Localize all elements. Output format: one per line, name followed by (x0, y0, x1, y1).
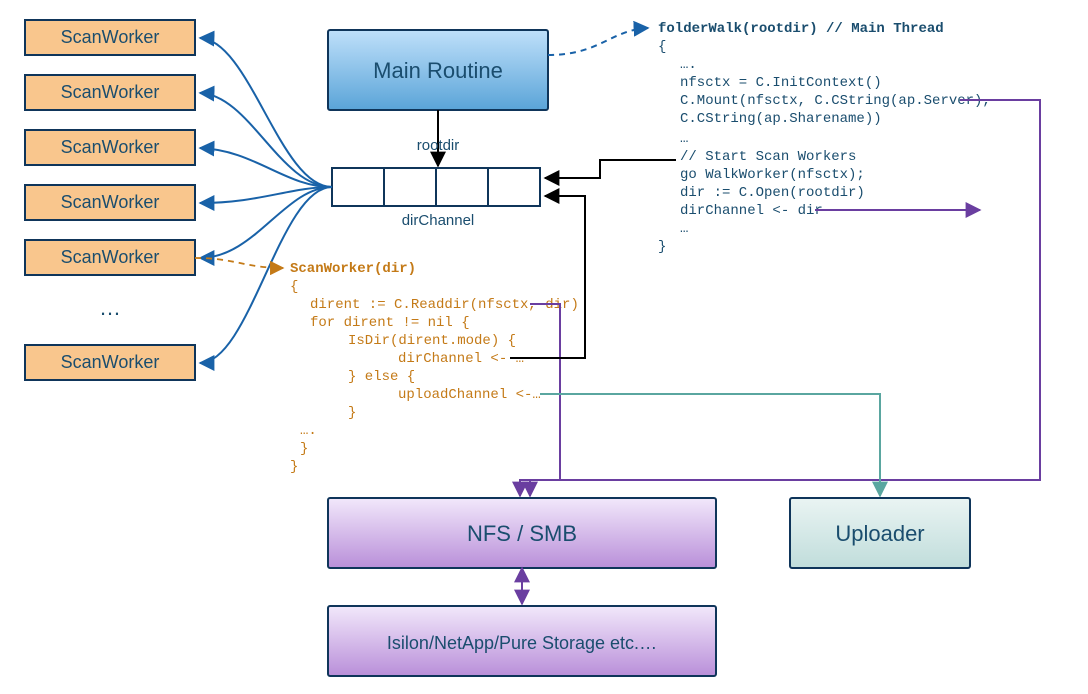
svg-text:nfsctx = C.InitContext(): nfsctx = C.InitContext() (680, 75, 882, 91)
svg-text:uploadChannel <-…: uploadChannel <-… (398, 387, 541, 403)
svg-text:dirChannel <- …: dirChannel <- … (398, 351, 524, 367)
scanworker-1: ScanWorker (61, 82, 160, 102)
svg-text:dir := C.Open(rootdir): dir := C.Open(rootdir) (680, 185, 865, 201)
svg-text:}: } (348, 405, 356, 421)
svg-text:…: … (680, 221, 688, 237)
arrow-startworkers-to-channel (545, 160, 676, 178)
svg-text:…: … (680, 131, 688, 147)
svg-text:}: } (300, 441, 308, 457)
svg-text:}: } (658, 239, 666, 255)
scanworker-0: ScanWorker (61, 27, 160, 47)
svg-text:} else {: } else { (348, 369, 415, 385)
svg-text:// Start Scan Workers: // Start Scan Workers (680, 149, 856, 165)
storage-label: Isilon/NetApp/Pure Storage etc.… (387, 633, 657, 653)
scanworker-group: ScanWorker ScanWorker ScanWorker ScanWor… (25, 20, 195, 380)
dirchannel-box (332, 168, 540, 206)
nfs-label: NFS / SMB (467, 521, 577, 546)
diagram-canvas: ScanWorker ScanWorker ScanWorker ScanWor… (0, 0, 1088, 694)
svg-text:for dirent != nil {: for dirent != nil { (310, 315, 470, 331)
svg-text:C.CString(ap.Sharename)): C.CString(ap.Sharename)) (680, 111, 882, 127)
svg-text:{: { (658, 39, 666, 55)
svg-text:go WalkWorker(nfsctx);: go WalkWorker(nfsctx); (680, 167, 865, 183)
uploader-label: Uploader (835, 521, 924, 546)
svg-text:….: …. (300, 423, 317, 439)
svg-text:folderWalk(rootdir) // Main Th: folderWalk(rootdir) // Main Thread (658, 21, 944, 37)
svg-text:ScanWorker(dir): ScanWorker(dir) (290, 261, 416, 277)
svg-text:dirChannel <- dir: dirChannel <- dir (680, 203, 823, 219)
scanworker-4: ScanWorker (61, 247, 160, 267)
main-routine-label: Main Routine (373, 58, 503, 83)
rootdir-label: rootdir (417, 137, 460, 154)
dirchannel-label: dirChannel (402, 212, 475, 229)
svg-text:C.Mount(nfsctx, C.CString(ap.S: C.Mount(nfsctx, C.CString(ap.Server), (680, 93, 991, 109)
scanworker-ellipsis: … (99, 295, 121, 320)
svg-text:IsDir(dirent.mode) {: IsDir(dirent.mode) { (348, 333, 516, 349)
svg-text:….: …. (680, 57, 697, 73)
arrow-main-to-code (548, 28, 648, 55)
svg-text:{: { (290, 279, 298, 295)
svg-text:}: } (290, 459, 298, 475)
arrow-dirchan-feedback (510, 196, 585, 358)
main-code-block: folderWalk(rootdir) // Main Thread { …. … (658, 21, 991, 255)
worker-code-block: ScanWorker(dir) { dirent := C.Readdir(nf… (290, 261, 579, 475)
scanworker-2: ScanWorker (61, 137, 160, 157)
scanworker-5: ScanWorker (61, 352, 160, 372)
scanworker-3: ScanWorker (61, 192, 160, 212)
